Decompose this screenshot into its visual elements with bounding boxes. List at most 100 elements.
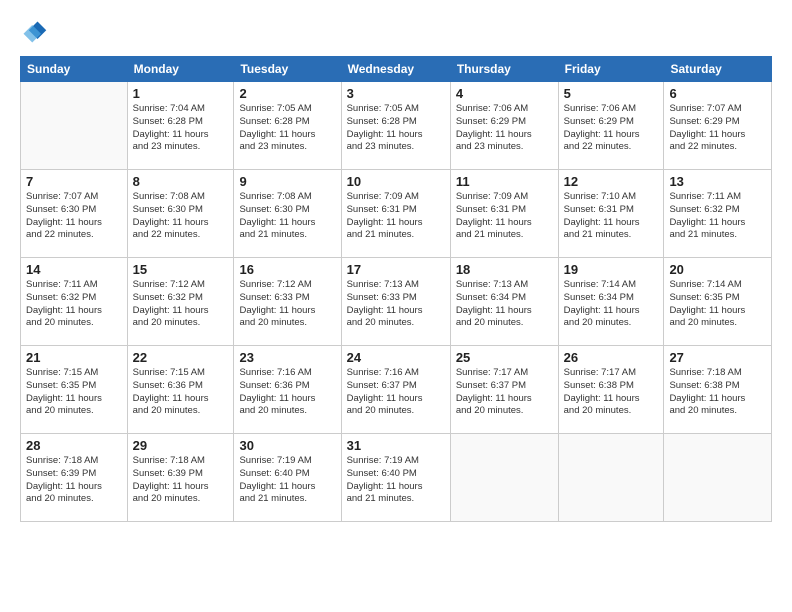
calendar-cell: 17 Sunrise: 7:13 AM Sunset: 6:33 PM Dayli… <box>341 258 450 346</box>
day-number: 2 <box>239 86 335 101</box>
day-number: 15 <box>133 262 229 277</box>
calendar-cell <box>450 434 558 522</box>
day-info: Sunrise: 7:12 AM Sunset: 6:32 PM Dayligh… <box>133 279 229 330</box>
day-number: 28 <box>26 438 122 453</box>
day-number: 20 <box>669 262 766 277</box>
calendar-cell: 23 Sunrise: 7:16 AM Sunset: 6:36 PM Dayli… <box>234 346 341 434</box>
calendar-cell: 2 Sunrise: 7:05 AM Sunset: 6:28 PM Daylig… <box>234 82 341 170</box>
day-info: Sunrise: 7:16 AM Sunset: 6:37 PM Dayligh… <box>347 367 445 418</box>
logo <box>20 18 52 46</box>
day-info: Sunrise: 7:18 AM Sunset: 6:39 PM Dayligh… <box>133 455 229 506</box>
weekday-header-saturday: Saturday <box>664 57 772 82</box>
weekday-header-friday: Friday <box>558 57 664 82</box>
day-number: 27 <box>669 350 766 365</box>
day-info: Sunrise: 7:14 AM Sunset: 6:35 PM Dayligh… <box>669 279 766 330</box>
logo-icon <box>20 18 48 46</box>
day-number: 31 <box>347 438 445 453</box>
day-info: Sunrise: 7:06 AM Sunset: 6:29 PM Dayligh… <box>564 103 659 154</box>
weekday-header-thursday: Thursday <box>450 57 558 82</box>
calendar-cell: 31 Sunrise: 7:19 AM Sunset: 6:40 PM Dayli… <box>341 434 450 522</box>
day-info: Sunrise: 7:15 AM Sunset: 6:35 PM Dayligh… <box>26 367 122 418</box>
day-number: 12 <box>564 174 659 189</box>
day-number: 7 <box>26 174 122 189</box>
calendar: SundayMondayTuesdayWednesdayThursdayFrid… <box>20 56 772 522</box>
calendar-cell: 15 Sunrise: 7:12 AM Sunset: 6:32 PM Dayli… <box>127 258 234 346</box>
day-info: Sunrise: 7:12 AM Sunset: 6:33 PM Dayligh… <box>239 279 335 330</box>
calendar-cell <box>558 434 664 522</box>
weekday-header-tuesday: Tuesday <box>234 57 341 82</box>
calendar-cell: 7 Sunrise: 7:07 AM Sunset: 6:30 PM Daylig… <box>21 170 128 258</box>
day-number: 22 <box>133 350 229 365</box>
day-info: Sunrise: 7:17 AM Sunset: 6:38 PM Dayligh… <box>564 367 659 418</box>
page: SundayMondayTuesdayWednesdayThursdayFrid… <box>0 0 792 612</box>
day-number: 6 <box>669 86 766 101</box>
day-number: 19 <box>564 262 659 277</box>
calendar-cell: 13 Sunrise: 7:11 AM Sunset: 6:32 PM Dayli… <box>664 170 772 258</box>
day-info: Sunrise: 7:11 AM Sunset: 6:32 PM Dayligh… <box>26 279 122 330</box>
day-info: Sunrise: 7:13 AM Sunset: 6:34 PM Dayligh… <box>456 279 553 330</box>
calendar-cell: 20 Sunrise: 7:14 AM Sunset: 6:35 PM Dayli… <box>664 258 772 346</box>
weekday-header-wednesday: Wednesday <box>341 57 450 82</box>
calendar-cell: 12 Sunrise: 7:10 AM Sunset: 6:31 PM Dayli… <box>558 170 664 258</box>
day-number: 26 <box>564 350 659 365</box>
day-info: Sunrise: 7:09 AM Sunset: 6:31 PM Dayligh… <box>347 191 445 242</box>
week-row-3: 14 Sunrise: 7:11 AM Sunset: 6:32 PM Dayli… <box>21 258 772 346</box>
calendar-cell: 14 Sunrise: 7:11 AM Sunset: 6:32 PM Dayli… <box>21 258 128 346</box>
day-info: Sunrise: 7:14 AM Sunset: 6:34 PM Dayligh… <box>564 279 659 330</box>
calendar-cell: 9Sunrise: 7:08 AM Sunset: 6:30 PM Daylig… <box>234 170 341 258</box>
day-info: Sunrise: 7:10 AM Sunset: 6:31 PM Dayligh… <box>564 191 659 242</box>
day-info: Sunrise: 7:05 AM Sunset: 6:28 PM Dayligh… <box>239 103 335 154</box>
day-number: 23 <box>239 350 335 365</box>
day-info: Sunrise: 7:04 AM Sunset: 6:28 PM Dayligh… <box>133 103 229 154</box>
day-info: Sunrise: 7:06 AM Sunset: 6:29 PM Dayligh… <box>456 103 553 154</box>
calendar-cell: 16 Sunrise: 7:12 AM Sunset: 6:33 PM Dayli… <box>234 258 341 346</box>
weekday-header-sunday: Sunday <box>21 57 128 82</box>
day-number: 25 <box>456 350 553 365</box>
day-number: 13 <box>669 174 766 189</box>
day-info: Sunrise: 7:19 AM Sunset: 6:40 PM Dayligh… <box>347 455 445 506</box>
day-info: Sunrise: 7:07 AM Sunset: 6:30 PM Dayligh… <box>26 191 122 242</box>
week-row-2: 7 Sunrise: 7:07 AM Sunset: 6:30 PM Daylig… <box>21 170 772 258</box>
day-number: 11 <box>456 174 553 189</box>
day-info: Sunrise: 7:18 AM Sunset: 6:39 PM Dayligh… <box>26 455 122 506</box>
calendar-cell: 8 Sunrise: 7:08 AM Sunset: 6:30 PM Daylig… <box>127 170 234 258</box>
calendar-cell: 10 Sunrise: 7:09 AM Sunset: 6:31 PM Dayli… <box>341 170 450 258</box>
weekday-header-monday: Monday <box>127 57 234 82</box>
day-number: 30 <box>239 438 335 453</box>
day-info: Sunrise: 7:16 AM Sunset: 6:36 PM Dayligh… <box>239 367 335 418</box>
calendar-cell: 5Sunrise: 7:06 AM Sunset: 6:29 PM Daylig… <box>558 82 664 170</box>
day-number: 3 <box>347 86 445 101</box>
day-number: 16 <box>239 262 335 277</box>
calendar-cell: 1 Sunrise: 7:04 AM Sunset: 6:28 PM Daylig… <box>127 82 234 170</box>
day-info: Sunrise: 7:11 AM Sunset: 6:32 PM Dayligh… <box>669 191 766 242</box>
calendar-cell: 26 Sunrise: 7:17 AM Sunset: 6:38 PM Dayli… <box>558 346 664 434</box>
day-number: 10 <box>347 174 445 189</box>
header <box>20 18 772 46</box>
calendar-cell: 24Sunrise: 7:16 AM Sunset: 6:37 PM Dayli… <box>341 346 450 434</box>
day-number: 4 <box>456 86 553 101</box>
weekday-header-row: SundayMondayTuesdayWednesdayThursdayFrid… <box>21 57 772 82</box>
day-info: Sunrise: 7:19 AM Sunset: 6:40 PM Dayligh… <box>239 455 335 506</box>
calendar-cell: 25Sunrise: 7:17 AM Sunset: 6:37 PM Dayli… <box>450 346 558 434</box>
calendar-cell: 4 Sunrise: 7:06 AM Sunset: 6:29 PM Daylig… <box>450 82 558 170</box>
calendar-cell: 22 Sunrise: 7:15 AM Sunset: 6:36 PM Dayli… <box>127 346 234 434</box>
day-number: 17 <box>347 262 445 277</box>
day-info: Sunrise: 7:13 AM Sunset: 6:33 PM Dayligh… <box>347 279 445 330</box>
day-info: Sunrise: 7:18 AM Sunset: 6:38 PM Dayligh… <box>669 367 766 418</box>
week-row-1: 1 Sunrise: 7:04 AM Sunset: 6:28 PM Daylig… <box>21 82 772 170</box>
day-number: 8 <box>133 174 229 189</box>
calendar-cell: 6 Sunrise: 7:07 AM Sunset: 6:29 PM Daylig… <box>664 82 772 170</box>
day-number: 1 <box>133 86 229 101</box>
calendar-cell <box>21 82 128 170</box>
day-info: Sunrise: 7:15 AM Sunset: 6:36 PM Dayligh… <box>133 367 229 418</box>
day-info: Sunrise: 7:08 AM Sunset: 6:30 PM Dayligh… <box>133 191 229 242</box>
day-info: Sunrise: 7:05 AM Sunset: 6:28 PM Dayligh… <box>347 103 445 154</box>
calendar-cell: 19 Sunrise: 7:14 AM Sunset: 6:34 PM Dayli… <box>558 258 664 346</box>
day-info: Sunrise: 7:07 AM Sunset: 6:29 PM Dayligh… <box>669 103 766 154</box>
calendar-cell: 11 Sunrise: 7:09 AM Sunset: 6:31 PM Dayli… <box>450 170 558 258</box>
day-number: 14 <box>26 262 122 277</box>
day-info: Sunrise: 7:09 AM Sunset: 6:31 PM Dayligh… <box>456 191 553 242</box>
calendar-cell: 28 Sunrise: 7:18 AM Sunset: 6:39 PM Dayli… <box>21 434 128 522</box>
day-number: 18 <box>456 262 553 277</box>
week-row-5: 28 Sunrise: 7:18 AM Sunset: 6:39 PM Dayli… <box>21 434 772 522</box>
